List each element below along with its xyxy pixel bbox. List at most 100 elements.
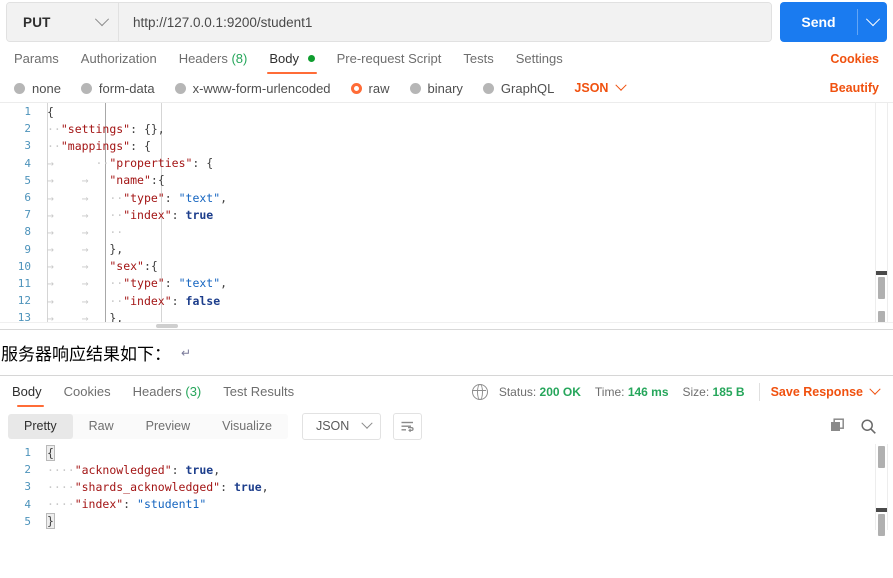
code-token: : [171,293,186,308]
code-line[interactable]: 1{ [0,103,893,120]
body-type-graphql[interactable]: GraphQL [482,81,554,96]
code-line-text: → → ··"type": "text", [40,276,893,290]
response-tab-headers[interactable]: Headers (3) [122,377,213,407]
scroll-thumb[interactable] [878,446,885,468]
code-line[interactable]: 5} [0,513,893,530]
body-type-raw[interactable]: raw [350,81,390,96]
tab-label: Pre-request Script [336,51,442,66]
body-type-none[interactable]: none [14,81,61,96]
code-line[interactable]: 3 ····"shards_acknowledged": true, [0,478,893,495]
tab-headers[interactable]: Headers (8) [168,44,259,74]
code-line-text: { [40,105,893,119]
time-item: Time: 146 ms [595,385,669,399]
tab-body[interactable]: Body [258,44,325,74]
request-url-input[interactable]: http://127.0.0.1:9200/student1 [119,3,771,41]
response-headers-count: (3) [185,384,202,399]
code-token: : [171,462,186,477]
code-token: : [164,276,179,291]
code-line[interactable]: 8 → → ·· [0,223,893,240]
view-mode-pretty[interactable]: Pretty [8,413,73,439]
code-line[interactable]: 12 → → ··"index": false [0,292,893,309]
send-button[interactable]: Send [780,2,857,42]
scroll-thumb[interactable] [156,324,178,328]
code-line[interactable]: 4 → ··"properties": { [0,155,893,172]
code-token: "type" [123,190,165,205]
code-line[interactable]: 2 ··"settings": {}, [0,120,893,137]
response-editor-vertical-scrollbar[interactable] [875,444,888,536]
code-token: :{ [143,259,158,274]
http-method-select[interactable]: PUT [7,3,119,41]
cookies-link[interactable]: Cookies [830,52,885,66]
code-token: → [53,173,89,188]
tab-params[interactable]: Params [10,44,70,74]
view-mode-raw[interactable]: Raw [73,414,130,439]
code-line-text: → → ··"index": false [40,294,893,308]
request-editor-vertical-scrollbar[interactable] [875,103,888,329]
response-body-editor[interactable]: 1{2 ····"acknowledged": true, 3 ····"shards… [0,444,893,536]
code-line[interactable]: 9 → → }, [0,241,893,258]
response-tab-cookies[interactable]: Cookies [53,377,122,407]
radio-icon [409,82,421,94]
code-token: ·· [47,121,61,136]
body-type-label: binary [427,80,463,96]
method-url-group: PUT http://127.0.0.1:9200/student1 [6,2,772,42]
request-body-editor[interactable]: 1{2 ··"settings": {}, 3 ··"mappings": {4 → ·… [0,103,893,330]
request-editor-horizontal-scrollbar[interactable] [0,322,893,329]
send-options-button[interactable] [858,2,887,42]
request-code-lines[interactable]: 1{2 ··"settings": {}, 3 ··"mappings": {4 → ·… [0,103,893,326]
body-type-form-data[interactable]: form-data [80,81,155,96]
response-format-select[interactable]: JSON [301,412,382,440]
search-button[interactable] [860,418,877,435]
code-token: "student1" [137,497,207,512]
tab-authorization[interactable]: Authorization [70,44,168,74]
request-code-area[interactable]: 1{2 ··"settings": {}, 3 ··"mappings": {4 → ·… [0,103,893,329]
code-line-text: ····"acknowledged": true, [40,463,893,477]
code-line[interactable]: 3 ··"mappings": { [0,137,893,154]
copy-button[interactable] [830,417,847,435]
scroll-thumb[interactable] [878,277,885,299]
code-token: → [53,224,89,239]
line-number: 10 [17,259,31,273]
body-format-select[interactable]: JSON [574,79,628,95]
code-line[interactable]: 4 ····"index": "student1" [0,496,893,513]
code-token: "index" [74,497,124,512]
code-token: "index" [123,207,172,222]
body-type-binary[interactable]: binary [409,80,463,96]
response-tab-body[interactable]: Body [8,377,53,407]
status-item: Status: 200 OK [499,385,581,399]
word-wrap-toggle[interactable] [393,412,423,440]
send-button-group[interactable]: Send [780,2,887,42]
tab-settings[interactable]: Settings [505,44,574,74]
response-code-lines[interactable]: 1{2 ····"acknowledged": true, 3 ····"shards… [0,444,893,530]
code-line-text: → → "sex":{ [40,259,893,273]
code-line[interactable]: 1{ [0,444,893,461]
code-token: "text" [178,276,221,291]
scroll-cap [876,271,887,275]
code-line[interactable]: 2 ····"acknowledged": true, [0,461,893,478]
view-mode-visualize[interactable]: Visualize [206,414,288,439]
body-type-label: none [32,80,61,96]
code-token: → [53,276,89,291]
line-number: 6 [24,191,31,205]
body-type-x-www-form-urlencoded[interactable]: x-www-form-urlencoded [174,81,331,96]
scroll-thumb[interactable] [878,514,885,536]
view-mode-preview[interactable]: Preview [130,414,206,439]
beautify-link[interactable]: Beautify [830,81,885,95]
radio-icon [482,82,494,94]
tab-tests[interactable]: Tests [452,44,504,74]
code-line[interactable]: 7 → → ··"index": true [0,206,893,223]
code-line[interactable]: 6 → → ··"type": "text", [0,189,893,206]
code-token: → [47,276,54,291]
document-note: 服务器响应结果如下： ↵ [0,330,893,375]
save-response-button[interactable]: Save Response [771,383,881,399]
copy-icon [831,417,844,431]
line-number: 5 [24,514,31,528]
code-token: : {}, [130,121,165,136]
tab-pre-request-script[interactable]: Pre-request Script [326,44,453,74]
code-line[interactable]: 10 → → "sex":{ [0,258,893,275]
code-line[interactable]: 5 → → "name":{ [0,172,893,189]
code-line[interactable]: 11 → → ··"type": "text", [0,275,893,292]
response-tab-test-results[interactable]: Test Results [212,377,305,407]
code-token: → [47,242,54,257]
